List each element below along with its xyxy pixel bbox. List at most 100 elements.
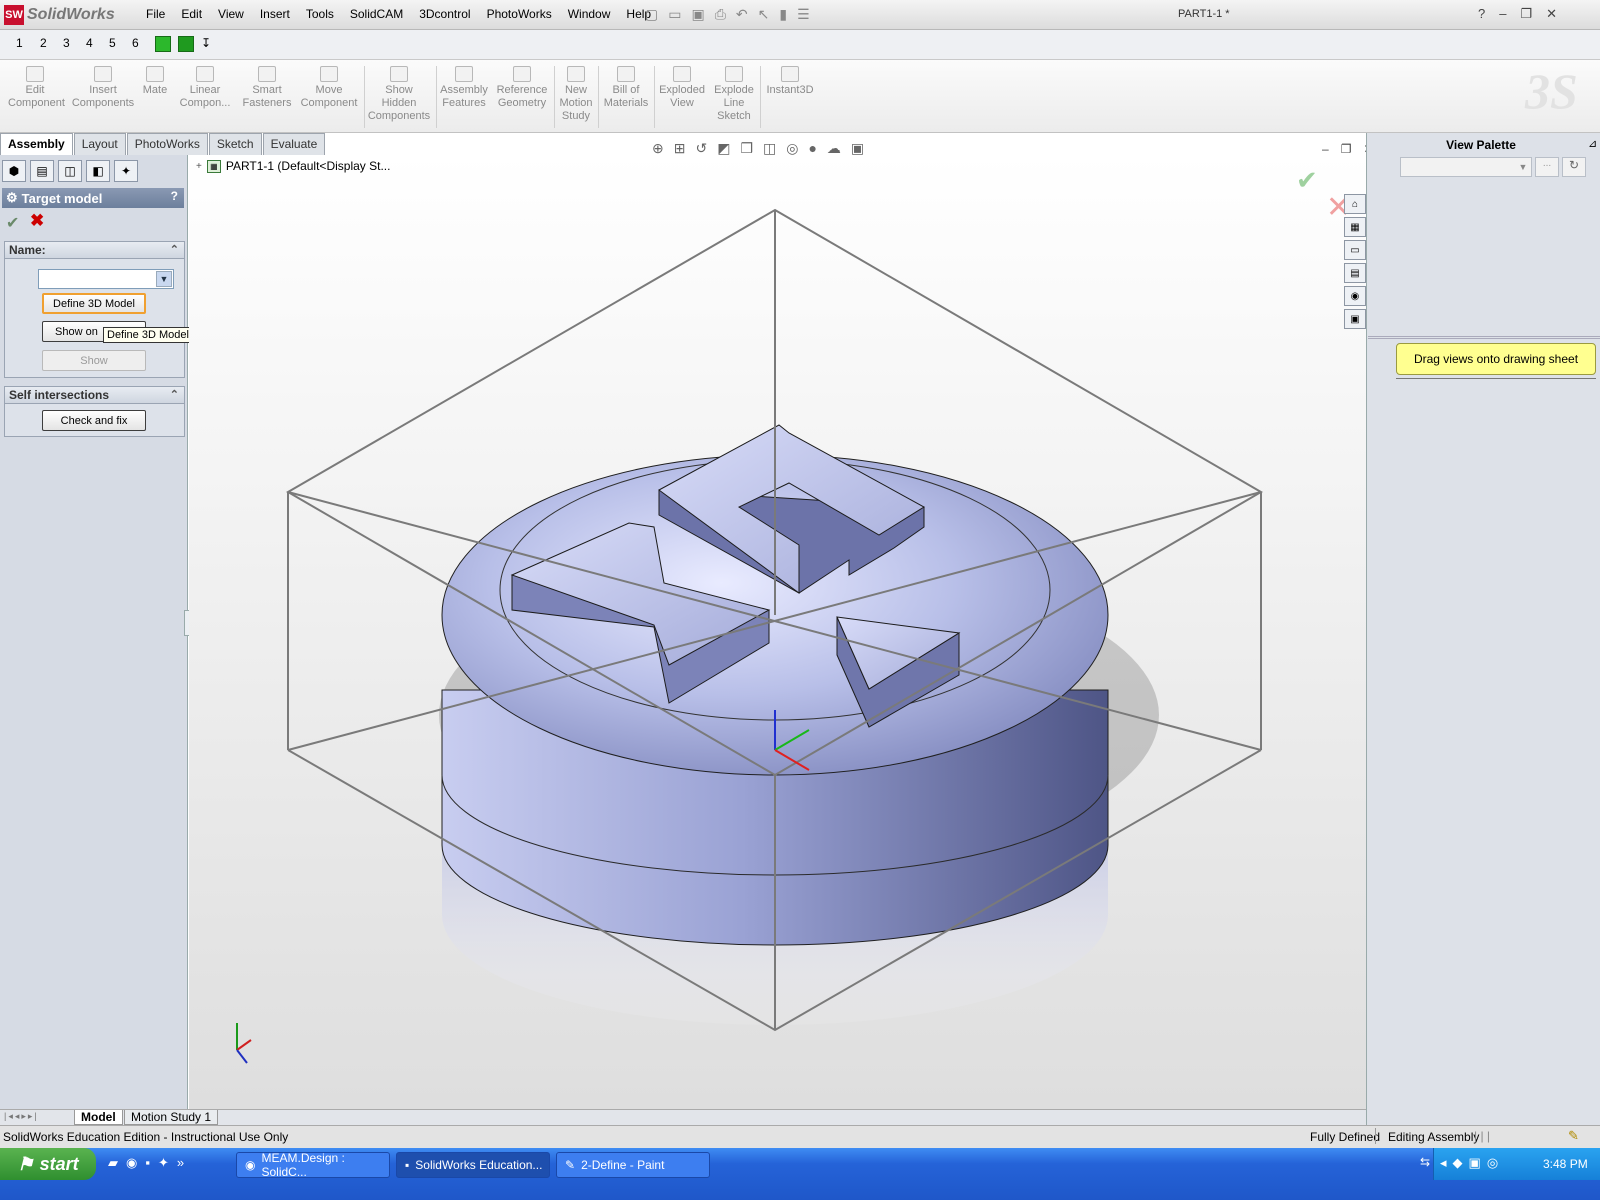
chevron-down-icon[interactable]: ▼ — [1516, 159, 1530, 175]
collapse-icon[interactable]: ⌃ — [170, 388, 179, 401]
help-icon[interactable]: ? — [1478, 6, 1485, 22]
menu-file[interactable]: File — [138, 7, 173, 21]
show-button[interactable]: Show — [42, 350, 146, 371]
view-top-icon[interactable]: 5 — [109, 36, 116, 50]
menu-insert[interactable]: Insert — [252, 7, 298, 21]
move-component-button[interactable]: Move Component — [298, 66, 360, 110]
save-icon[interactable]: ▣ — [691, 6, 704, 23]
tab-scroll-arrows-icon[interactable]: |◂◂▸▸| — [4, 1111, 39, 1122]
minimize-icon[interactable]: – — [1499, 6, 1506, 22]
reference-geometry-button[interactable]: Reference Geometry — [494, 66, 550, 110]
security-icon[interactable]: ◆ — [1453, 1155, 1463, 1171]
hide-show-items-icon[interactable]: ◎ — [786, 140, 798, 157]
property-manager-icon[interactable]: ▤ — [30, 160, 54, 182]
display-style-icon[interactable]: ◫ — [763, 140, 776, 157]
apply-scene-icon[interactable]: ☁ — [827, 140, 841, 157]
menu-edit[interactable]: Edit — [173, 7, 210, 21]
bill-of-materials-button[interactable]: Bill of Materials — [600, 66, 652, 110]
home-icon[interactable]: ⌂ — [1344, 194, 1366, 214]
collapse-icon[interactable]: ⌃ — [170, 243, 179, 256]
explorer-icon[interactable]: ▰ — [108, 1155, 118, 1171]
menu-view[interactable]: View — [210, 7, 252, 21]
more-icon[interactable]: » — [177, 1155, 184, 1171]
acrobat-icon[interactable]: ✦ — [158, 1155, 169, 1171]
menu-solidcam[interactable]: SolidCAM — [342, 7, 411, 21]
pin-icon[interactable]: ⊿ — [1588, 137, 1597, 150]
ok-check-icon[interactable]: ✔ — [6, 213, 19, 233]
new-motion-study-button[interactable]: New Motion Study — [556, 66, 596, 123]
browse-button[interactable]: ... — [1535, 157, 1559, 177]
tab-layout[interactable]: Layout — [73, 133, 126, 155]
taskbar-item-chrome[interactable]: ◉ MEAM.Design : SolidC... — [236, 1151, 390, 1179]
assembly-features-button[interactable]: Assembly Features — [438, 66, 490, 110]
taskbar-item-solidworks[interactable]: ▪ SolidWorks Education... — [396, 1152, 550, 1178]
linear-component-pattern-button[interactable]: Linear Compon... — [176, 66, 234, 110]
configuration-manager-icon[interactable]: ◫ — [58, 160, 82, 182]
expand-icon[interactable]: + — [196, 161, 202, 172]
graphics-area[interactable] — [189, 155, 1366, 1109]
view-palette-select[interactable]: ▼ — [1400, 157, 1532, 177]
exploded-view-button[interactable]: Exploded View — [656, 66, 708, 110]
chrome-icon[interactable]: ◉ — [126, 1155, 137, 1171]
solidworks-logo[interactable]: SW SolidWorks — [4, 4, 115, 26]
check-and-fix-button[interactable]: Check and fix — [42, 410, 146, 431]
view-right-icon[interactable]: 4 — [86, 36, 93, 50]
undo-icon[interactable]: ↶ — [736, 6, 748, 23]
view-back-icon[interactable]: 2 — [40, 36, 47, 50]
restore-icon[interactable]: ❐ — [1520, 6, 1532, 22]
chevron-down-icon[interactable]: ▼ — [156, 271, 172, 287]
confirmation-ok-icon[interactable]: ✔ — [1296, 165, 1318, 196]
mate-button[interactable]: Mate — [140, 66, 170, 97]
trimetric-view-icon[interactable] — [178, 36, 194, 52]
menu-tools[interactable]: Tools — [298, 7, 342, 21]
name-select[interactable]: ▼ — [38, 269, 174, 289]
design-library-icon[interactable]: ▦ — [1344, 217, 1366, 237]
appearances-icon[interactable]: ◉ — [1344, 286, 1366, 306]
isometric-view-icon[interactable] — [155, 36, 171, 52]
model-view[interactable] — [189, 155, 1366, 1109]
tab-model[interactable]: Model — [74, 1110, 123, 1125]
feature-manager-icon[interactable]: ⬢ — [2, 160, 26, 182]
section-view-icon[interactable]: ◩ — [717, 140, 730, 157]
view-settings-icon[interactable]: ▣ — [851, 140, 864, 157]
instant3d-button[interactable]: Instant3D — [762, 66, 818, 97]
explode-line-sketch-button[interactable]: Explode Line Sketch — [710, 66, 758, 123]
start-button[interactable]: ⚑ start — [0, 1148, 96, 1180]
edit-component-button[interactable]: Edit Component — [8, 66, 65, 110]
options-icon[interactable]: ☰ — [797, 6, 810, 23]
file-explorer-icon[interactable]: ▭ — [1344, 240, 1366, 260]
view-bottom-icon[interactable]: 6 — [132, 36, 139, 50]
view-front-icon[interactable]: 1 — [16, 36, 23, 50]
help-icon[interactable]: ? — [171, 189, 178, 203]
restore-icon[interactable]: ❐ — [1341, 142, 1352, 156]
taskbar-item-paint[interactable]: ✎ 2-Define - Paint — [556, 1152, 710, 1178]
edit-appearance-icon[interactable]: ● — [808, 140, 816, 157]
language-icon[interactable]: ⇆ — [1420, 1155, 1430, 1169]
menu-window[interactable]: Window — [560, 7, 619, 21]
print-icon[interactable]: ⎙ — [715, 6, 726, 23]
minimize-icon[interactable]: – — [1322, 142, 1329, 156]
previous-view-icon[interactable]: ↺ — [695, 140, 707, 157]
refresh-icon[interactable]: ↻ — [1562, 157, 1586, 177]
panel-splitter[interactable] — [1396, 378, 1596, 382]
view-palette-icon[interactable]: ▤ — [1344, 263, 1366, 283]
tab-photoworks[interactable]: PhotoWorks — [126, 133, 208, 155]
open-document-icon[interactable]: ▭ — [668, 6, 681, 23]
menu-3dcontrol[interactable]: 3Dcontrol — [411, 7, 478, 21]
new-document-icon[interactable]: ▢ — [645, 6, 658, 23]
cancel-x-icon[interactable]: ✖ — [30, 211, 44, 231]
define-3d-model-button[interactable]: Define 3D Model — [42, 293, 146, 314]
tab-assembly[interactable]: Assembly — [0, 133, 73, 155]
network-icon[interactable]: ◂ — [1440, 1155, 1447, 1171]
view-left-icon[interactable]: 3 — [63, 36, 70, 50]
normal-to-icon[interactable]: ↧ — [201, 36, 211, 50]
rebuild-status-icon[interactable]: ✎ — [1568, 1128, 1579, 1144]
select-icon[interactable]: ↖ — [758, 6, 770, 23]
display-manager-icon[interactable]: ◧ — [86, 160, 110, 182]
feature-tree-root[interactable]: + ▦ PART1-1 (Default<Display St... — [196, 159, 390, 173]
tab-motion-study[interactable]: Motion Study 1 — [124, 1110, 219, 1125]
smart-fasteners-button[interactable]: Smart Fasteners — [240, 66, 294, 110]
zoom-area-icon[interactable]: ⊞ — [674, 140, 686, 157]
self-intersections-header[interactable]: Self intersections ⌃ — [5, 387, 184, 404]
rebuild-icon[interactable]: ▮ — [779, 6, 787, 23]
